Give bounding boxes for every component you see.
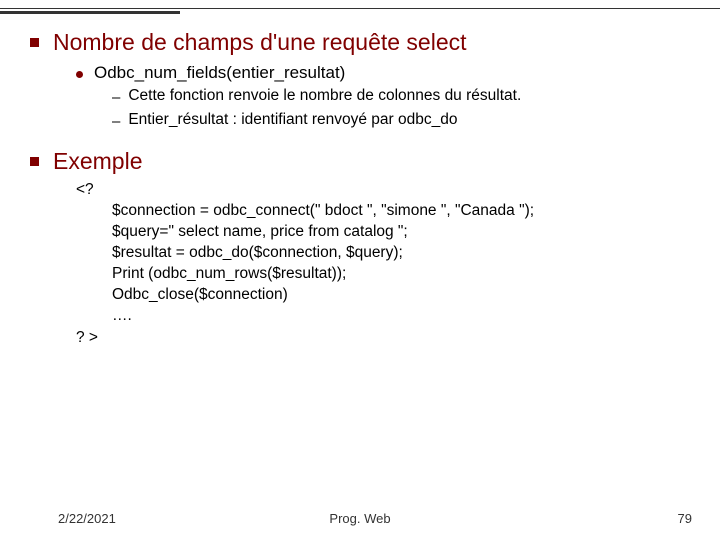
code-line: $connection = odbc_connect(" bdoct ", "s… bbox=[112, 201, 700, 222]
heading-2-row: Exemple bbox=[30, 147, 700, 176]
dash-icon: – bbox=[112, 113, 120, 130]
header-rule bbox=[0, 8, 720, 14]
sub-item-row: Odbc_num_fields(entier_resultat) bbox=[76, 63, 700, 83]
bullet-square-icon bbox=[30, 38, 39, 47]
detail-text-1: Cette fonction renvoie le nombre de colo… bbox=[128, 86, 521, 107]
footer-page: 79 bbox=[678, 511, 692, 526]
php-open: <? bbox=[76, 181, 700, 199]
heading-1: Nombre de champs d'une requête select bbox=[53, 28, 467, 57]
dash-icon: – bbox=[112, 89, 120, 106]
detail-text-2: Entier_résultat : identifiant renvoyé pa… bbox=[128, 110, 457, 131]
slide-content: Nombre de champs d'une requête select Od… bbox=[30, 28, 700, 347]
heading-2: Exemple bbox=[53, 147, 142, 176]
code-line: $resultat = odbc_do($connection, $query)… bbox=[112, 243, 700, 264]
detail-row-2: – Entier_résultat : identifiant renvoyé … bbox=[112, 110, 700, 131]
code-line: …. bbox=[112, 306, 700, 327]
sub-item-text: Odbc_num_fields(entier_resultat) bbox=[94, 63, 345, 83]
code-line: $query=" select name, price from catalog… bbox=[112, 222, 700, 243]
php-close: ? > bbox=[76, 329, 700, 347]
footer: 2/22/2021 Prog. Web 79 bbox=[0, 511, 720, 526]
code-line: Print (odbc_num_rows($resultat)); bbox=[112, 264, 700, 285]
bullet-square-icon bbox=[30, 157, 39, 166]
bullet-dot-icon bbox=[76, 71, 83, 78]
footer-title: Prog. Web bbox=[0, 511, 720, 526]
code-line: Odbc_close($connection) bbox=[112, 285, 700, 306]
code-block: $connection = odbc_connect(" bdoct ", "s… bbox=[112, 201, 700, 327]
heading-1-row: Nombre de champs d'une requête select bbox=[30, 28, 700, 57]
detail-row-1: – Cette fonction renvoie le nombre de co… bbox=[112, 86, 700, 107]
